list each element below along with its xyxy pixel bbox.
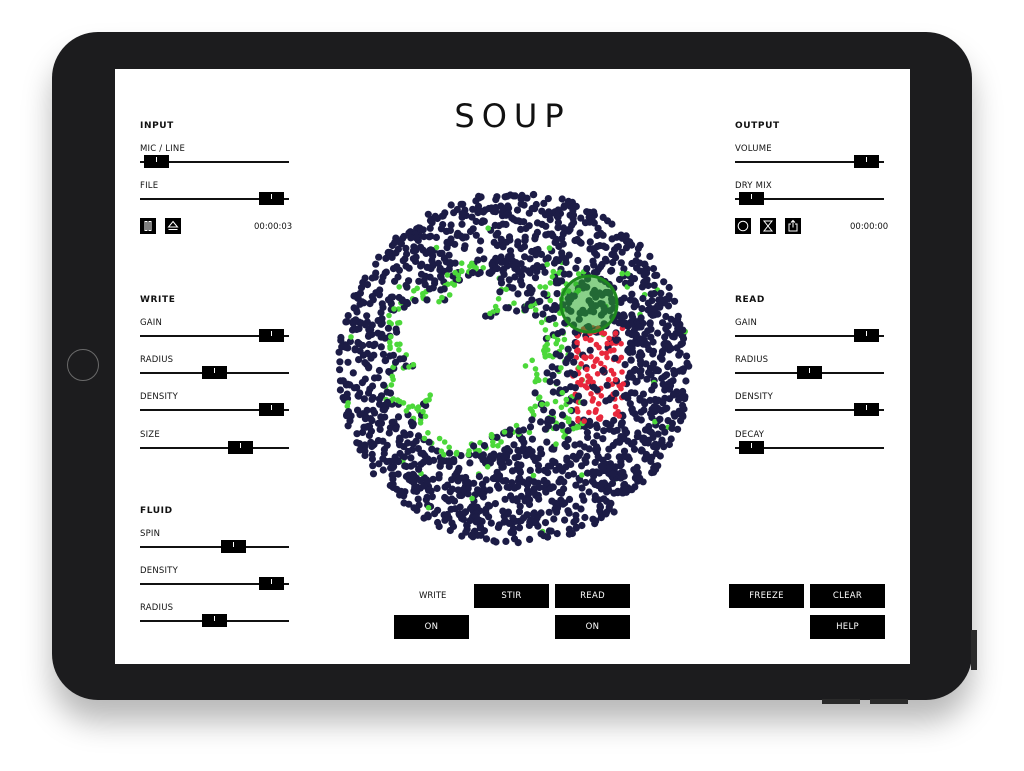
- fluid-spin-slider-knob[interactable]: [220, 540, 246, 553]
- read-radius-label: RADIUS: [735, 355, 769, 365]
- clear-button[interactable]: CLEAR: [810, 584, 885, 608]
- output-section-title: OUTPUT: [735, 121, 780, 131]
- write-radius-label: RADIUS: [140, 355, 174, 365]
- write-density-label: DENSITY: [140, 392, 178, 402]
- dry-mix-slider-knob[interactable]: [738, 192, 764, 205]
- fluid-section-title: FLUID: [140, 506, 173, 516]
- read-gain-slider-knob[interactable]: [854, 329, 880, 342]
- record-icon[interactable]: [735, 218, 751, 234]
- app-screen: SOUP INPUT MIC / LINE FILE 00:00:03 OUTP…: [115, 69, 910, 664]
- help-button[interactable]: HELP: [810, 615, 885, 639]
- write-density-slider-knob[interactable]: [259, 403, 285, 416]
- output-time-display: 00:00:00: [850, 222, 889, 232]
- write-gain-slider-knob[interactable]: [259, 329, 285, 342]
- read-radius-slider-knob[interactable]: [797, 366, 822, 379]
- write-radius-slider-knob[interactable]: [202, 366, 227, 379]
- write-section-title: WRITE: [140, 295, 176, 305]
- write-size-slider[interactable]: [140, 447, 289, 449]
- eject-icon[interactable]: [165, 218, 181, 234]
- read-gain-label: GAIN: [735, 318, 758, 328]
- read-decay-label: DECAY: [735, 430, 765, 440]
- read-density-label: DENSITY: [735, 392, 773, 402]
- side-button: [971, 630, 977, 670]
- share-icon[interactable]: [785, 218, 801, 234]
- hourglass-icon[interactable]: [760, 218, 776, 234]
- mic-line-slider-knob[interactable]: [143, 155, 169, 168]
- pause-icon[interactable]: [140, 218, 156, 234]
- volume-down-button: [822, 699, 860, 704]
- fluid-density-label: DENSITY: [140, 566, 178, 576]
- write-gain-label: GAIN: [140, 318, 163, 328]
- dry-mix-label: DRY MIX: [735, 181, 772, 191]
- app-title: SOUP: [454, 97, 571, 135]
- file-slider-knob[interactable]: [259, 192, 285, 205]
- read-button[interactable]: READ: [555, 584, 630, 608]
- fluid-radius-slider-knob[interactable]: [202, 614, 227, 627]
- read-section-title: READ: [735, 295, 765, 305]
- read-cursor[interactable]: [559, 274, 619, 334]
- stir-button[interactable]: STIR: [474, 584, 549, 608]
- fluid-density-slider-knob[interactable]: [259, 577, 285, 590]
- volume-label: VOLUME: [735, 144, 772, 154]
- file-label: FILE: [140, 181, 159, 191]
- home-button[interactable]: [67, 349, 99, 381]
- read-density-slider-knob[interactable]: [854, 403, 880, 416]
- read-on-button[interactable]: ON: [555, 615, 630, 639]
- write-mode-label: WRITE: [419, 591, 447, 601]
- input-time-display: 00:00:03: [254, 222, 293, 232]
- volume-slider-knob[interactable]: [854, 155, 880, 168]
- fluid-spin-slider[interactable]: [140, 546, 289, 548]
- volume-up-button: [870, 699, 908, 704]
- write-on-button[interactable]: ON: [394, 615, 469, 639]
- write-size-slider-knob[interactable]: [228, 441, 254, 454]
- soup-particle-canvas[interactable]: [334, 187, 694, 549]
- particles: [335, 190, 693, 547]
- fluid-spin-label: SPIN: [140, 529, 161, 539]
- write-size-label: SIZE: [140, 430, 160, 440]
- freeze-button[interactable]: FREEZE: [729, 584, 804, 608]
- mic-line-label: MIC / LINE: [140, 144, 186, 154]
- input-section-title: INPUT: [140, 121, 174, 131]
- read-decay-slider-knob[interactable]: [738, 441, 764, 454]
- fluid-radius-label: RADIUS: [140, 603, 174, 613]
